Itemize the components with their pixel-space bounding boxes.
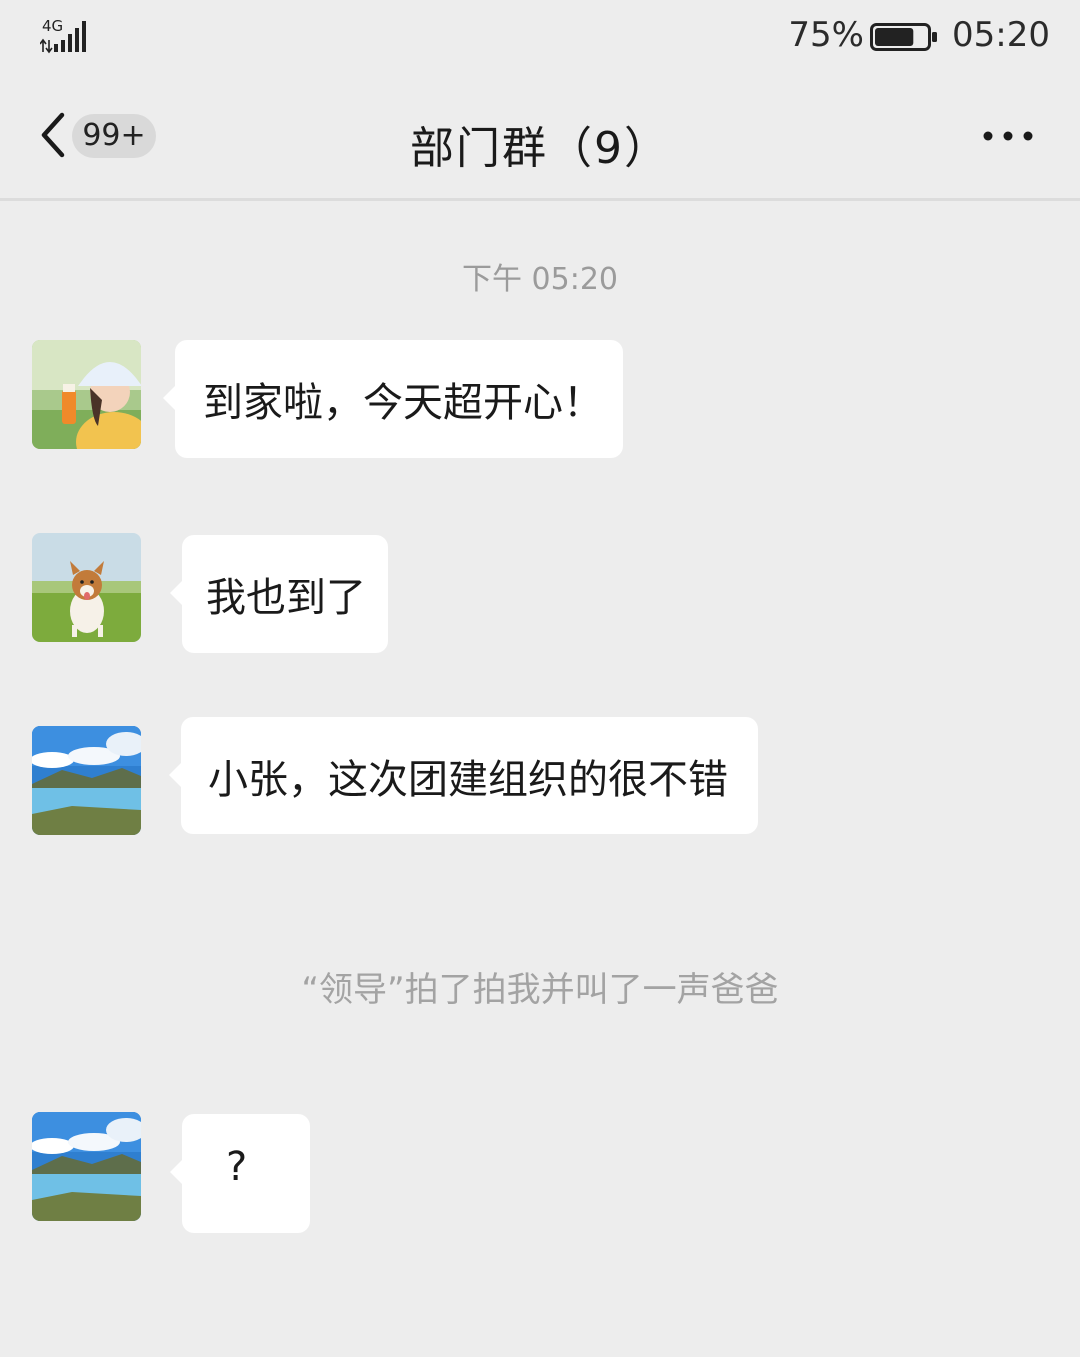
lake-landscape-avatar[interactable] [32, 1112, 141, 1221]
message-text: 到家啦，今天超开心！ [203, 380, 603, 426]
message-text: 我也到了 [206, 575, 366, 621]
status-clock: 05:20 [952, 15, 1050, 55]
message-bubble[interactable]: 我也到了 [170, 535, 388, 653]
network-type-label: 4G [42, 17, 64, 35]
girl-photo-avatar[interactable] [32, 340, 141, 449]
chat-header: 99+ 部门群（9） [0, 76, 1080, 201]
message-text: ? [226, 1144, 248, 1190]
group-chat-title: 部门群（9） [410, 123, 670, 174]
message-bubble[interactable]: ? [170, 1114, 310, 1233]
more-options-icon[interactable] [982, 130, 1034, 142]
message-bubble[interactable]: 到家啦，今天超开心！ [163, 340, 623, 458]
pat-system-message: “领导”拍了拍我并叫了一声爸爸 [301, 970, 779, 1010]
message-bubble[interactable]: 小张，这次团建组织的很不错 [169, 717, 758, 834]
puppy-photo-avatar[interactable] [32, 533, 141, 642]
lake-landscape-avatar[interactable] [32, 726, 141, 835]
battery-percent: 75% [788, 15, 864, 55]
status-bar: 4G 75% 05:20 [0, 0, 1080, 76]
battery-icon [870, 23, 937, 51]
chat-timestamp: 下午 05:20 [462, 262, 618, 297]
message-text: 小张，这次团建组织的很不错 [208, 757, 728, 803]
